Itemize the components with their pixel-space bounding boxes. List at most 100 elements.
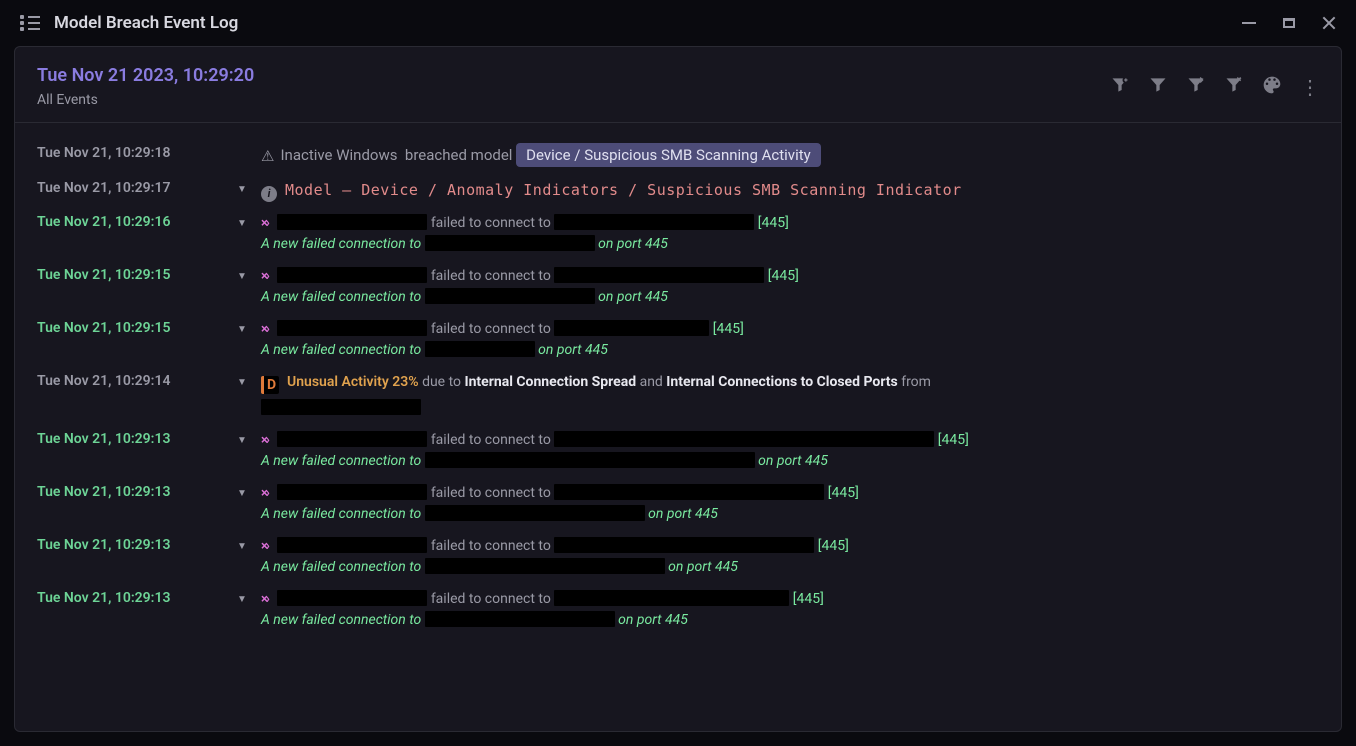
log-row[interactable]: Tue Nov 21, 10:29:16 ×› failed to connect… [15, 206, 1341, 259]
redacted-dest [554, 431, 934, 447]
chevron-down-icon[interactable] [237, 369, 261, 388]
port-label: [445] [938, 432, 969, 448]
window-root: Model Breach Event Log Tue Nov 21 2023, … [0, 0, 1356, 746]
failed-text: failed to connect to [431, 485, 551, 501]
row-content: ×› failed to connect to [445] A new faile… [261, 427, 1319, 472]
port-label: [445] [828, 485, 859, 501]
failed-text: failed to connect to [431, 321, 551, 337]
and-text: and [640, 374, 667, 390]
connection-icon: ×› [261, 484, 268, 504]
timestamp: Tue Nov 21, 10:29:13 [37, 533, 237, 553]
window-title: Model Breach Event Log [54, 13, 238, 33]
timestamp: Tue Nov 21, 10:29:15 [37, 263, 237, 283]
redacted-sub [425, 288, 595, 304]
redacted-sub [425, 558, 665, 574]
connection-icon: ×› [261, 431, 268, 451]
row-content: ×› failed to connect to [445]A new faile… [261, 316, 1319, 361]
log-row[interactable]: Tue Nov 21, 10:29:14 DUnusual Activity 23… [15, 365, 1341, 424]
filter-icon[interactable] [1148, 75, 1168, 99]
timestamp: Tue Nov 21, 10:29:16 [37, 210, 237, 230]
header-subtitle[interactable]: All Events [37, 92, 254, 108]
timestamp: Tue Nov 21, 10:29:13 [37, 586, 237, 606]
redacted-sub [425, 341, 535, 357]
chevron-down-icon[interactable] [237, 263, 261, 282]
connection-subtext: A new failed connection to on port 445 [261, 557, 1319, 578]
row-content: ×› failed to connect to [445]A new faile… [261, 210, 1319, 255]
chevron-down-icon[interactable] [237, 533, 261, 552]
row-content: iModel — Device / Anomaly Indicators / S… [261, 176, 1319, 202]
log-row[interactable]: Tue Nov 21, 10:29:13 ×› failed to connect… [15, 476, 1341, 529]
redacted-dest [554, 484, 824, 500]
connection-icon: ×› [261, 537, 268, 557]
chevron-down-icon[interactable] [237, 586, 261, 605]
header-toolbar: ⋮ [1110, 65, 1319, 99]
port-label: [445] [713, 321, 744, 337]
d-badge-icon: D [261, 376, 279, 394]
redacted-source [277, 590, 427, 606]
redacted-sub [425, 235, 595, 251]
close-button[interactable] [1320, 14, 1338, 32]
connection-subtext: A new failed connection to on port 445 [261, 287, 1319, 308]
chevron-down-icon[interactable] [237, 480, 261, 499]
timestamp: Tue Nov 21, 10:29:17 [37, 176, 237, 196]
log-row[interactable]: Tue Nov 21, 10:29:15×› failed to connect… [15, 259, 1341, 312]
chevron-down-icon[interactable] [237, 427, 261, 446]
timestamp: Tue Nov 21, 10:29:15 [37, 316, 237, 336]
filter-clear-icon[interactable] [1224, 75, 1244, 99]
log-row[interactable]: Tue Nov 21, 10:29:13 ×› failed to connect… [15, 529, 1341, 582]
log-row[interactable]: Tue Nov 21, 10:29:17 iModel — Device / An… [15, 172, 1341, 206]
header-datetime: Tue Nov 21 2023, 10:29:20 [37, 65, 254, 86]
log-row[interactable]: Tue Nov 21, 10:29:15 ×› failed to connect… [15, 312, 1341, 365]
log-row[interactable]: Tue Nov 21, 10:29:18 ⚠Inactive Windows br… [15, 137, 1341, 172]
event-log-panel: Tue Nov 21 2023, 10:29:20 All Events ⋮ T… [14, 46, 1342, 732]
port-label: [445] [768, 268, 799, 284]
failed-text: failed to connect to [431, 215, 551, 231]
row-content: ×› failed to connect to [445] A new faile… [261, 480, 1319, 525]
from-text: from [901, 374, 931, 390]
log-row[interactable]: Tue Nov 21, 10:29:13×› failed to connect… [15, 423, 1341, 476]
redacted-dest [554, 320, 709, 336]
connection-icon: ×› [261, 320, 268, 340]
port-label: [445] [818, 538, 849, 554]
connection-subtext: A new failed connection to on port 445 [261, 451, 1319, 472]
timestamp: Tue Nov 21, 10:29:14 [37, 369, 237, 389]
redacted-dest [554, 590, 789, 606]
connection-subtext: A new failed connection to on port 445 [261, 504, 1319, 525]
filter-export-icon[interactable] [1186, 75, 1206, 99]
timestamp: Tue Nov 21, 10:29:18 [37, 141, 237, 161]
connection-subtext: A new failed connection to on port 445 [261, 610, 1319, 631]
redacted-sub [425, 505, 645, 521]
chevron-down-icon[interactable] [237, 176, 261, 195]
list-icon[interactable] [20, 15, 40, 31]
row-content: DUnusual Activity 23% due to Internal Co… [261, 369, 1319, 420]
failed-text: failed to connect to [431, 591, 551, 607]
maximize-button[interactable] [1280, 14, 1298, 32]
failed-text: failed to connect to [431, 538, 551, 554]
chevron-down-icon[interactable] [237, 316, 261, 335]
redacted-dest [554, 214, 754, 230]
row-content: ×› failed to connect to [445] A new faile… [261, 586, 1319, 631]
redacted-sub [425, 452, 755, 468]
port-label: [445] [793, 591, 824, 607]
row-content: ×› failed to connect to [445] A new faile… [261, 533, 1319, 578]
filter-add-icon[interactable] [1110, 75, 1130, 99]
more-icon[interactable]: ⋮ [1300, 77, 1319, 97]
port-label: [445] [758, 215, 789, 231]
model-path: Model — Device / Anomaly Indicators / Su… [285, 181, 962, 199]
log-body: Tue Nov 21, 10:29:18 ⚠Inactive Windows br… [15, 123, 1341, 731]
due-to-text: due to [422, 374, 464, 390]
chevron-down-icon[interactable] [237, 210, 261, 229]
palette-icon[interactable] [1262, 75, 1282, 99]
minimize-button[interactable] [1240, 14, 1258, 32]
model-pill[interactable]: Device / Suspicious SMB Scanning Activit… [516, 143, 821, 167]
row-content: ⚠Inactive Windows breached model Device … [261, 141, 1319, 168]
log-row[interactable]: Tue Nov 21, 10:29:13 ×› failed to connect… [15, 582, 1341, 635]
window-controls [1240, 14, 1338, 32]
failed-text: failed to connect to [431, 432, 551, 448]
redacted-source [277, 214, 427, 230]
titlebar-left: Model Breach Event Log [20, 13, 238, 33]
warning-icon: ⚠ [261, 145, 274, 168]
connection-icon: ×› [261, 590, 268, 610]
timestamp: Tue Nov 21, 10:29:13 [37, 480, 237, 500]
connection-icon: ×› [261, 267, 268, 287]
